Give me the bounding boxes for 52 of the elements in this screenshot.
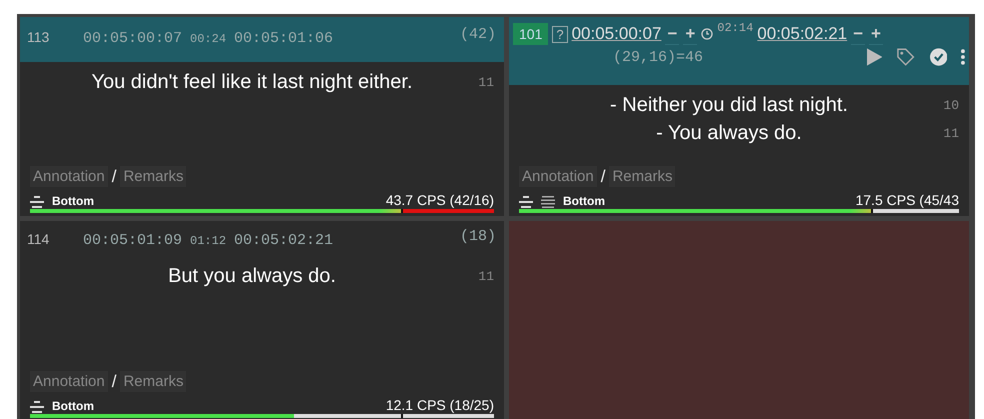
remarks-button[interactable]: Remarks	[609, 166, 676, 187]
nudge-button[interactable]: −	[851, 24, 866, 44]
cue-number: 114	[27, 231, 50, 247]
position-label: Bottom	[52, 399, 94, 413]
clock-icon[interactable]	[701, 28, 714, 40]
play-icon[interactable]	[867, 48, 882, 66]
separator: /	[112, 166, 116, 186]
cps-reading: 43.7 CPS (42/16)	[386, 192, 494, 208]
position-label: Bottom	[563, 194, 605, 208]
cue-number: 101	[513, 23, 548, 45]
nudge-button[interactable]: +	[683, 24, 698, 44]
duration: 01:12	[190, 234, 226, 248]
separator: /	[112, 372, 116, 392]
subtitle-text: - You always do.	[655, 121, 803, 146]
align-center-icon[interactable]	[30, 401, 44, 413]
end-time: 00:05:02:21	[234, 232, 334, 249]
cue-number: 113	[27, 29, 50, 45]
start-time: 00:05:01:09	[83, 232, 182, 249]
align-center-icon[interactable]	[30, 196, 44, 208]
align-center-icon[interactable]	[519, 196, 533, 208]
char-count: (42)	[460, 26, 496, 43]
line-length: 11	[477, 74, 494, 90]
subtitle-text: You didn't feel like it last night either.	[90, 70, 414, 95]
tag-icon[interactable]	[896, 47, 916, 67]
remarks-button[interactable]: Remarks	[120, 371, 186, 392]
char-count: (18)	[460, 228, 496, 245]
line-length: 11	[942, 126, 959, 140]
end-time-field[interactable]: 00:05:02:21	[757, 24, 848, 44]
position-label: Bottom	[52, 194, 94, 208]
nudge-button[interactable]: +	[869, 24, 883, 44]
line-length: 10	[942, 98, 959, 112]
cps-reading: 12.1 CPS (18/25)	[386, 397, 494, 413]
align-justify-icon[interactable]	[541, 196, 555, 208]
end-time: 00:05:01:06	[234, 30, 334, 47]
more-icon[interactable]	[961, 49, 965, 65]
annotation-button[interactable]: Annotation	[30, 166, 108, 187]
subtitle-text: But you always do.	[167, 264, 337, 289]
subtitle-text: - Neither you did last night.	[609, 93, 849, 118]
char-stats: (29,16)=46	[613, 48, 704, 66]
nudge-button[interactable]: −	[665, 24, 680, 44]
annotation-button[interactable]: Annotation	[30, 371, 108, 392]
line-length: 11	[477, 268, 494, 284]
duration: 02:14	[717, 21, 754, 35]
separator: /	[600, 166, 606, 186]
start-time-field[interactable]: 00:05:00:07	[572, 24, 662, 44]
check-circle-icon[interactable]	[930, 48, 948, 66]
cps-reading: 17.5 CPS (45/43	[855, 192, 959, 208]
flag-button[interactable]: ?	[552, 26, 568, 42]
remarks-button[interactable]: Remarks	[120, 166, 186, 187]
duration: 00:24	[190, 32, 226, 46]
start-time: 00:05:00:07	[83, 30, 182, 47]
annotation-button[interactable]: Annotation	[519, 166, 597, 187]
